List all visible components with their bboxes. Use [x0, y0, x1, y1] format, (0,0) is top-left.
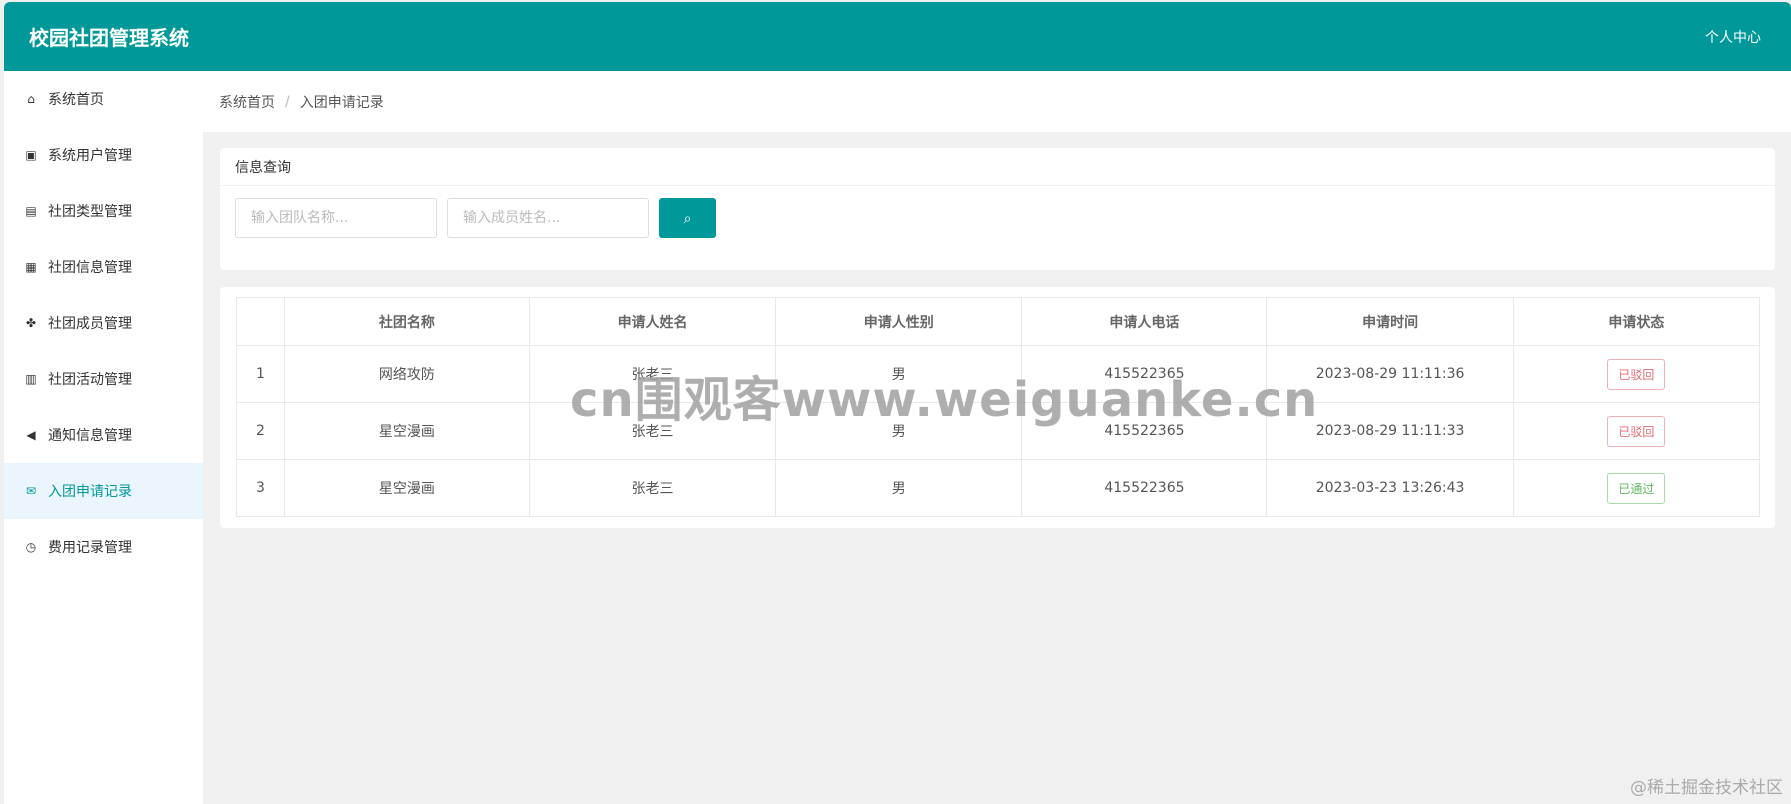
- sidebar-item-3[interactable]: ▦ 社团信息管理: [4, 239, 203, 295]
- breadcrumb: 系统首页 / 入团申请记录: [203, 71, 1791, 132]
- cell-club: 星空漫画: [283, 459, 530, 517]
- sidebar-item-label: 社团信息管理: [48, 260, 132, 276]
- sidebar-item-2[interactable]: ▤ 社团类型管理: [4, 183, 203, 239]
- cell-name: 张老三: [528, 345, 777, 403]
- sidebar-item-7[interactable]: ✉ 入团申请记录: [4, 463, 203, 519]
- building-icon: ▤: [25, 204, 37, 218]
- column-header: 社团名称: [283, 297, 530, 346]
- table-row: 3 星空漫画 张老三男 415522365 2023-03-23 13:26:43 已通过: [236, 459, 1761, 517]
- clock-icon: ◷: [25, 540, 37, 554]
- sidebar-item-8[interactable]: ◷ 费用记录管理: [4, 519, 203, 575]
- status-badge: 已驳回: [1607, 415, 1666, 447]
- address-book-icon: ▣: [25, 148, 37, 162]
- team-name-input[interactable]: [235, 198, 437, 238]
- sidebar-item-label: 入团申请记录: [48, 484, 132, 500]
- app-title: 校园社团管理系统: [29, 26, 189, 50]
- cell-gender: 男: [775, 345, 1023, 403]
- application-table: 社团名称 申请人姓名 申请人性别 申请人电话 申请时间 申请状态 1 网络攻防 张老三男 415…: [236, 297, 1761, 517]
- sidebar-item-label: 系统首页: [48, 92, 104, 108]
- table-header-row: 社团名称 申请人姓名 申请人性别 申请人电话 申请时间 申请状态: [236, 297, 1761, 346]
- cell-time: 2023-08-29 11:11:33: [1266, 402, 1514, 460]
- column-header: 申请时间: [1266, 297, 1514, 346]
- sidebar-item-4[interactable]: ✤ 社团成员管理: [4, 295, 203, 351]
- cell-no: 1: [236, 345, 285, 403]
- cell-no: 3: [236, 459, 285, 517]
- search-card: 信息查询 ⌕: [220, 148, 1775, 270]
- table-row: 2 星空漫画 张老三男 415522365 2023-08-29 11:11:33 已驳回: [236, 402, 1761, 460]
- cell-phone: 415522365: [1021, 459, 1268, 517]
- cell-name: 张老三: [528, 459, 777, 517]
- user-center-link[interactable]: 个人中心: [1705, 27, 1761, 47]
- home-icon: ⌂: [27, 92, 35, 106]
- sidebar-item-5[interactable]: ▥ 社团活动管理: [4, 351, 203, 407]
- corner-watermark: @稀土掘金技术社区: [1630, 778, 1783, 798]
- cell-phone: 415522365: [1021, 402, 1268, 460]
- column-header: 申请人性别: [775, 297, 1023, 346]
- cell-status: 已通过: [1512, 459, 1761, 517]
- status-badge: 已驳回: [1607, 358, 1666, 390]
- search-button[interactable]: ⌕: [659, 198, 716, 238]
- search-icon: ⌕: [683, 209, 692, 226]
- sidebar-item-6[interactable]: ◀ 通知信息管理: [4, 407, 203, 463]
- column-header: 申请人电话: [1021, 297, 1268, 346]
- sidebar-item-label: 通知信息管理: [48, 428, 132, 444]
- sidebar-item-label: 费用记录管理: [48, 540, 132, 556]
- breadcrumb-home[interactable]: 系统首页: [219, 92, 275, 112]
- column-header: 申请状态: [1512, 297, 1761, 346]
- table-card: 社团名称 申请人姓名 申请人性别 申请人电话 申请时间 申请状态 1 网络攻防 张老三男 415…: [220, 287, 1775, 528]
- sidebar-item-label: 社团成员管理: [48, 316, 132, 332]
- envelope-open-icon: ✉: [25, 484, 37, 498]
- sidebar: ⌂ 系统首页 ▣ 系统用户管理 ▤ 社团类型管理 ▦ 社团信息管理 ✤ 社团成员管理 ▥ 社团活动管理…: [4, 71, 203, 804]
- cell-status: 已驳回: [1512, 345, 1761, 403]
- cell-status: 已驳回: [1512, 402, 1761, 460]
- breadcrumb-current: 入团申请记录: [299, 94, 384, 111]
- train-icon: ▦: [25, 260, 37, 274]
- breadcrumb-separator: /: [285, 93, 290, 110]
- column-header: [236, 297, 285, 346]
- cell-club: 星空漫画: [283, 402, 530, 460]
- cell-time: 2023-03-23 13:26:43: [1266, 459, 1514, 517]
- calculator-icon: ▥: [25, 372, 37, 386]
- cell-phone: 415522365: [1021, 345, 1268, 403]
- sidebar-item-label: 社团活动管理: [48, 372, 132, 388]
- bullhorn-icon: ◀: [26, 428, 36, 442]
- status-badge: 已通过: [1607, 472, 1666, 504]
- sidebar-item-0[interactable]: ⌂ 系统首页: [4, 71, 203, 127]
- sidebar-item-label: 系统用户管理: [48, 148, 132, 164]
- cell-no: 2: [236, 402, 285, 460]
- cell-gender: 男: [775, 459, 1023, 517]
- table-row: 1 网络攻防 张老三男 415522365 2023-08-29 11:11:36 已驳回: [236, 345, 1761, 403]
- top-header: 校园社团管理系统 个人中心: [4, 2, 1791, 71]
- cubes-icon: ✤: [25, 316, 37, 330]
- sidebar-item-label: 社团类型管理: [48, 204, 132, 220]
- cell-name: 张老三: [528, 402, 777, 460]
- cell-gender: 男: [775, 402, 1023, 460]
- cell-time: 2023-08-29 11:11:36: [1266, 345, 1514, 403]
- cell-club: 网络攻防: [283, 345, 530, 403]
- sidebar-item-1[interactable]: ▣ 系统用户管理: [4, 127, 203, 183]
- column-header: 申请人姓名: [528, 297, 777, 346]
- member-name-input[interactable]: [447, 198, 649, 238]
- search-card-title: 信息查询: [220, 148, 1775, 186]
